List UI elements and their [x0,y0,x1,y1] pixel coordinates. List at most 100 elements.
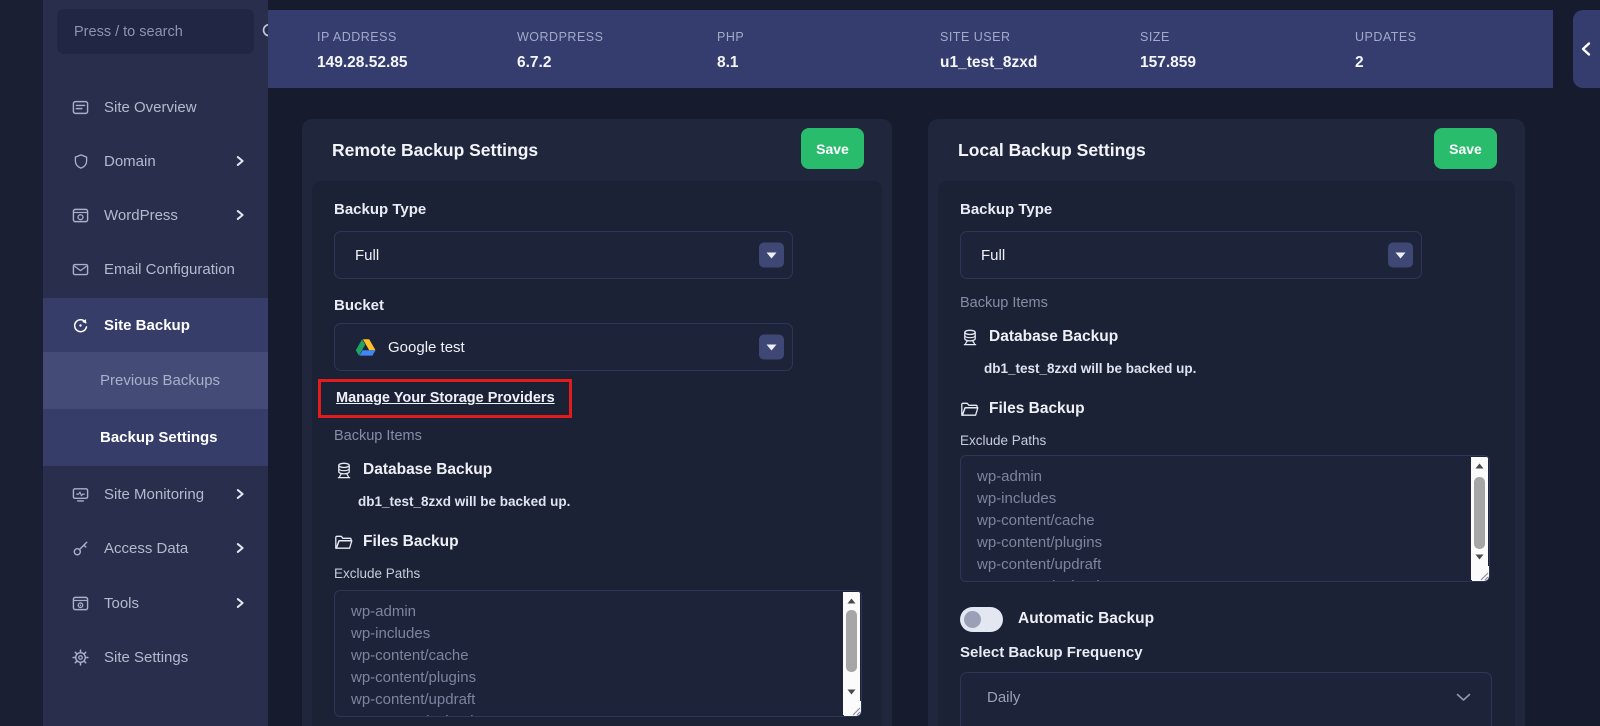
folder-icon [334,533,353,552]
exclude-path-line: wp-content/cache [977,510,1489,532]
stat-value: 8.1 [717,54,739,72]
stat-label: UPDATES [1355,30,1417,44]
search-input[interactable] [74,24,261,40]
caret-down-icon[interactable] [759,335,784,360]
scrollbar-thumb[interactable] [1474,477,1485,549]
database-backup-note: db1_test_8zxd will be backed up. [984,361,1493,377]
files-backup-label: Files Backup [363,533,459,551]
scrollbar-thumb[interactable] [846,610,857,672]
sidebar-item-backup-settings[interactable]: Backup Settings [43,409,268,466]
resize-handle[interactable] [1472,566,1489,581]
sidebar-item-label: Site Settings [104,649,188,666]
chevron-right-icon [232,486,248,502]
backup-type-select[interactable]: Full [960,231,1422,279]
sidebar-item-label: Domain [104,153,156,170]
stat-label: PHP [717,30,744,44]
scroll-up-icon[interactable] [1471,458,1488,473]
sidebar-item-tools[interactable]: Tools [43,584,268,622]
collapse-header-button[interactable] [1573,10,1600,88]
sidebar: Site Overview Domain WordPress Email Con… [43,0,268,726]
exclude-path-line: wp-content/cache [351,645,861,667]
database-backup-row: Database Backup [334,458,860,482]
scrollbar[interactable] [843,592,860,715]
exclude-path-line: wp-content/updraft [351,689,861,711]
backup-type-value: Full [981,247,1005,264]
stat-value: 6.7.2 [517,54,551,72]
stat-label: WORDPRESS [517,30,603,44]
exclude-path-line: wp-admin [977,466,1489,488]
database-icon [334,461,353,480]
sidebar-item-site-settings[interactable]: Site Settings [43,638,268,676]
stat-label: SITE USER [940,30,1011,44]
backup-type-label: Backup Type [334,201,860,219]
backup-type-label: Backup Type [960,201,1493,219]
backup-frequency-label: Select Backup Frequency [960,644,1493,662]
scroll-down-icon[interactable] [1471,549,1488,564]
local-backup-settings-card: Local Backup Settings Save Backup Type F… [928,119,1525,726]
chevron-right-icon [232,595,248,611]
annotation-highlight-box: Manage Your Storage Providers [318,379,572,418]
exclude-paths-textarea[interactable]: wp-admin wp-includes wp-content/cache wp… [960,455,1490,582]
key-icon [72,540,89,557]
database-backup-label: Database Backup [989,328,1118,346]
folder-icon [960,400,979,419]
stat-value: u1_test_8zxd [940,54,1037,72]
exclude-paths-content: wp-admin wp-includes wp-content/cache wp… [335,591,861,717]
exclude-path-line: wp-includes [351,623,861,645]
google-drive-icon [355,338,376,357]
automatic-backup-label: Automatic Backup [1018,610,1154,628]
sidebar-item-wordpress[interactable]: WordPress [43,196,268,234]
scroll-up-icon[interactable] [843,593,860,608]
exclude-paths-textarea[interactable]: wp-admin wp-includes wp-content/cache wp… [334,590,862,717]
resize-handle[interactable] [844,701,861,716]
exclude-paths-content: wp-admin wp-includes wp-content/cache wp… [961,456,1489,582]
exclude-path-line: wp-content/uploads [351,711,861,717]
site-overview-icon [72,99,89,116]
browser-window-icon [72,207,89,224]
sidebar-item-domain[interactable]: Domain [43,142,268,180]
backup-type-select[interactable]: Full [334,231,793,279]
card-title: Local Backup Settings [958,119,1146,181]
sidebar-item-email-configuration[interactable]: Email Configuration [43,250,268,288]
chevron-right-icon [232,153,248,169]
site-stats-header: IP ADDRESS 149.28.52.85 WORDPRESS 6.7.2 … [268,10,1553,88]
gear-icon [72,649,89,666]
sidebar-item-site-monitoring[interactable]: Site Monitoring [43,475,268,513]
bucket-select[interactable]: Google test [334,323,793,371]
sidebar-item-previous-backups[interactable]: Previous Backups [43,352,268,409]
search-box[interactable] [57,9,254,54]
sidebar-item-label: Tools [104,595,139,612]
sidebar-item-label: Access Data [104,540,188,557]
scroll-down-icon[interactable] [843,684,860,699]
sidebar-item-site-backup[interactable]: Site Backup [43,298,268,352]
sidebar-item-label: Previous Backups [100,372,220,389]
manage-storage-providers-link[interactable]: Manage Your Storage Providers [336,390,555,406]
database-backup-row: Database Backup [960,325,1493,349]
backup-frequency-value: Daily [981,689,1020,706]
card-header: Remote Backup Settings Save [302,119,892,181]
caret-down-icon[interactable] [1388,243,1413,268]
stat-value: 149.28.52.85 [317,54,408,72]
chevron-right-icon [232,207,248,223]
exclude-paths-label: Exclude Paths [960,433,1493,449]
sidebar-item-site-overview[interactable]: Site Overview [43,88,268,126]
exclude-path-line: wp-content/updraft [977,554,1489,576]
scrollbar[interactable] [1471,457,1488,580]
bucket-label: Bucket [334,297,860,315]
files-backup-label: Files Backup [989,400,1085,418]
automatic-backup-row: Automatic Backup [960,606,1493,632]
save-button[interactable]: Save [1434,128,1497,169]
caret-down-icon[interactable] [759,243,784,268]
sidebar-item-label: Email Configuration [104,261,235,278]
save-button[interactable]: Save [801,128,864,169]
bucket-value: Google test [388,339,465,356]
sidebar-item-label: WordPress [104,207,178,224]
automatic-backup-toggle[interactable] [960,607,1003,632]
stat-value: 157.859 [1140,54,1196,72]
shield-icon [72,153,89,170]
exclude-paths-label: Exclude Paths [334,566,860,582]
backup-frequency-select[interactable]: Daily [960,672,1492,726]
chevron-down-icon [1456,693,1471,702]
chevron-left-icon [1580,41,1592,57]
sidebar-item-access-data[interactable]: Access Data [43,529,268,567]
